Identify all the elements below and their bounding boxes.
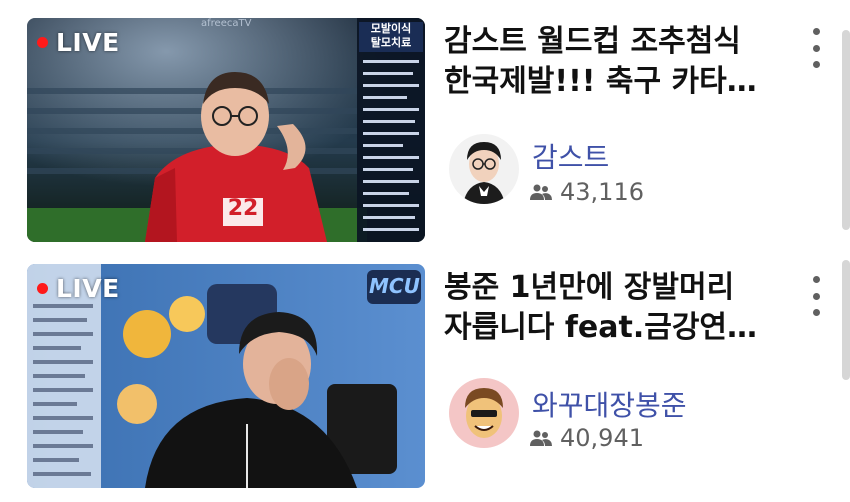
channel-avatar[interactable] [449, 134, 519, 204]
live-dot-icon [37, 37, 48, 48]
viewer-count: 43,116 [530, 178, 644, 206]
video-thumbnail[interactable]: MCU LIVE [27, 264, 425, 488]
kebab-menu-icon[interactable] [806, 276, 826, 316]
overlay-ad-tag: 모발이식 탈모치료 [361, 22, 421, 50]
video-title-line: 감스트 월드컵 조추첨식 [444, 24, 741, 59]
channel-avatar[interactable] [449, 378, 519, 448]
viewer-count-value: 43,116 [560, 178, 644, 206]
live-badge: LIVE [37, 28, 120, 57]
video-thumbnail[interactable]: 22 afreecaTV 모발이식 탈모치료 LIVE [27, 18, 425, 242]
live-label: LIVE [56, 28, 120, 57]
video-title[interactable]: 봉준 1년만에 장발머리 자릅니다 feat.금강연… [444, 268, 789, 348]
platform-watermark: afreecaTV [201, 18, 252, 29]
live-dot-icon [37, 283, 48, 294]
overlay-ad-line: 탈모치료 [370, 36, 412, 49]
viewers-icon [530, 184, 552, 200]
viewer-count: 40,941 [530, 424, 644, 452]
video-title-line: 자릅니다 feat.금강연… [444, 310, 758, 345]
channel-logo-overlay: MCU [369, 274, 420, 298]
overlay-ad-line: 모발이식 [370, 22, 412, 35]
video-title-line: 봉준 1년만에 장발머리 [444, 270, 735, 305]
scrollbar[interactable] [842, 260, 850, 380]
scrollbar[interactable] [842, 30, 850, 230]
kebab-menu-icon[interactable] [806, 28, 826, 68]
video-title[interactable]: 감스트 월드컵 조추첨식 한국제발!!! 축구 카타… [444, 22, 789, 102]
live-badge: LIVE [37, 274, 120, 303]
channel-name[interactable]: 감스트 [532, 136, 609, 176]
viewers-icon [530, 430, 552, 446]
channel-name[interactable]: 와꾸대장봉준 [532, 384, 687, 424]
live-label: LIVE [56, 274, 120, 303]
jersey-number: 22 [227, 196, 259, 221]
video-title-line: 한국제발!!! 축구 카타… [444, 64, 757, 99]
viewer-count-value: 40,941 [560, 424, 644, 452]
video-card[interactable]: 22 afreecaTV 모발이식 탈모치료 LIVE 감스트 월드컵 조추첨식… [0, 0, 850, 250]
